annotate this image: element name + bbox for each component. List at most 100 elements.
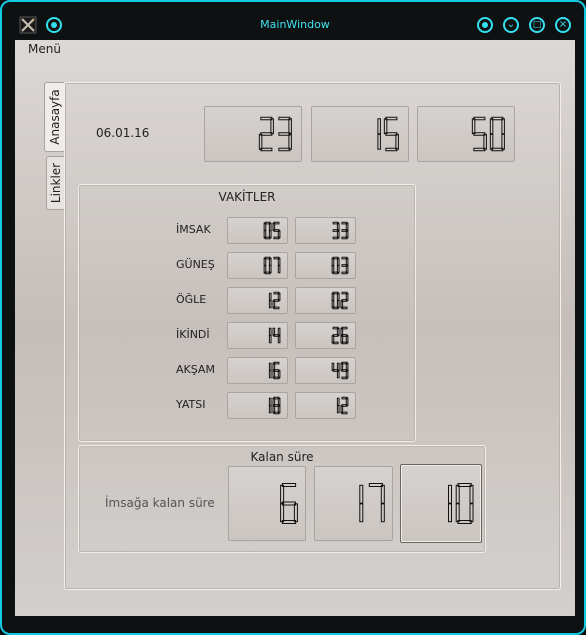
- lcd-segment: [268, 405, 272, 414]
- lcd-segment: [268, 292, 272, 301]
- tab-anasayfa[interactable]: Anasayfa: [44, 82, 64, 152]
- lcd-segment: [258, 133, 263, 150]
- lcd-segment: [383, 118, 388, 135]
- lcd-segment: [280, 484, 285, 504]
- lcd-segment: [469, 484, 474, 504]
- lcd-digits: [331, 361, 349, 380]
- lcd-segment: [260, 132, 273, 136]
- lcd-segment: [268, 397, 272, 406]
- prayer-name: AKŞAM: [176, 363, 215, 376]
- prayer-minute-lcd: [295, 252, 356, 279]
- date-label: 06.01.16: [96, 126, 150, 140]
- prayer-hour-lcd: [227, 392, 288, 419]
- lcd-segment: [491, 147, 504, 152]
- prayer-minute-lcd: [295, 357, 356, 384]
- lcd-segment: [260, 147, 273, 152]
- lcd-digits: [447, 483, 474, 524]
- lcd-segment: [268, 362, 272, 371]
- lcd-digits: [336, 396, 349, 415]
- prayer-hour-lcd: [227, 322, 288, 349]
- lcd-digits: [268, 291, 281, 310]
- lcd-segment: [336, 405, 340, 414]
- lcd-segment: [455, 484, 460, 504]
- lcd-digits: [263, 221, 281, 240]
- lcd-segment: [473, 132, 486, 136]
- lcd-segment: [277, 265, 281, 274]
- lcd-segment: [473, 116, 486, 121]
- tab-anasayfa-label: Anasayfa: [47, 89, 62, 145]
- lcd-segment: [455, 503, 460, 523]
- prayer-hour-lcd: [227, 252, 288, 279]
- lcd-segment: [270, 118, 274, 135]
- tab-linkler-label: Linkler: [49, 162, 63, 204]
- lcd-segment: [278, 116, 291, 121]
- lcd-segment: [278, 132, 291, 136]
- lcd-segment: [268, 335, 272, 344]
- minimize-icon[interactable]: ⌄: [503, 17, 519, 33]
- clock-minute-lcd: [311, 106, 409, 162]
- menu-icon[interactable]: [477, 17, 493, 33]
- lcd-digits: [332, 221, 349, 240]
- kalan-sure-label: İmsağa kalan süre: [105, 496, 215, 510]
- vakitler-title: VAKİTLER: [218, 190, 276, 204]
- lcd-segment: [359, 484, 364, 504]
- window-frame: MainWindow ⌄ □ × Menü Anasayfa Linkler 0…: [0, 0, 586, 635]
- lcd-segment: [281, 501, 297, 506]
- prayer-name: İKİNDİ: [176, 328, 210, 341]
- lcd-segment: [457, 483, 472, 487]
- window-title: MainWindow: [260, 18, 330, 31]
- kalan-hours-lcd: [228, 466, 306, 541]
- lcd-segment: [288, 118, 292, 135]
- lcd-segment: [395, 133, 399, 150]
- lcd-digits: [263, 256, 281, 275]
- prayer-hour-lcd: [227, 217, 288, 244]
- lcd-digits: [268, 396, 281, 415]
- prayer-name: GÜNEŞ: [176, 258, 215, 271]
- clock-hour-lcd: [204, 106, 302, 162]
- lcd-segment: [385, 132, 398, 136]
- lcd-segment: [336, 397, 340, 406]
- lcd-digits: [359, 483, 385, 523]
- lcd-segment: [471, 118, 476, 135]
- tab-linkler[interactable]: Linkler: [46, 156, 66, 210]
- lcd-segment: [377, 118, 381, 135]
- kalan-sure-title: Kalan süre: [250, 450, 314, 464]
- lcd-segment: [281, 520, 297, 524]
- lcd-segment: [489, 133, 494, 150]
- prayer-minute-lcd: [295, 322, 356, 349]
- lcd-segment: [377, 133, 381, 150]
- lcd-segment: [268, 327, 272, 336]
- lcd-digits: [331, 291, 349, 310]
- lcd-segment: [447, 484, 452, 504]
- lcd-segment: [281, 483, 297, 487]
- lcd-segment: [380, 503, 385, 523]
- lcd-digits: [331, 256, 349, 275]
- menu-bar-item[interactable]: Menü: [28, 42, 61, 56]
- lcd-segment: [483, 133, 487, 150]
- lcd-segment: [447, 503, 452, 523]
- lcd-segment: [293, 503, 298, 523]
- close-icon[interactable]: ×: [555, 17, 571, 33]
- lcd-segment: [268, 300, 272, 309]
- title-bar[interactable]: MainWindow ⌄ □ ×: [10, 10, 580, 38]
- prayer-hour-lcd: [227, 357, 288, 384]
- lcd-digits: [471, 116, 505, 152]
- prayer-name: YATSI: [176, 398, 206, 411]
- lcd-segment: [457, 520, 472, 524]
- client-area: Menü Anasayfa Linkler 06.01.16 VAKİTLER …: [15, 40, 575, 616]
- lcd-segment: [368, 483, 383, 487]
- lcd-digits: [268, 361, 281, 380]
- lcd-segment: [280, 503, 285, 523]
- kalan-seconds-lcd: [400, 464, 482, 543]
- lcd-segment: [501, 133, 505, 150]
- prayer-name: ÖĞLE: [176, 293, 207, 306]
- lcd-digits: [331, 326, 349, 345]
- clock-second-lcd: [417, 106, 515, 162]
- lcd-segment: [385, 116, 398, 121]
- lcd-segment: [359, 503, 364, 523]
- lcd-segment: [278, 147, 291, 152]
- maximize-icon[interactable]: □: [529, 17, 545, 33]
- lcd-segment: [260, 116, 273, 121]
- lcd-digits: [258, 116, 292, 152]
- lcd-digits: [280, 483, 298, 524]
